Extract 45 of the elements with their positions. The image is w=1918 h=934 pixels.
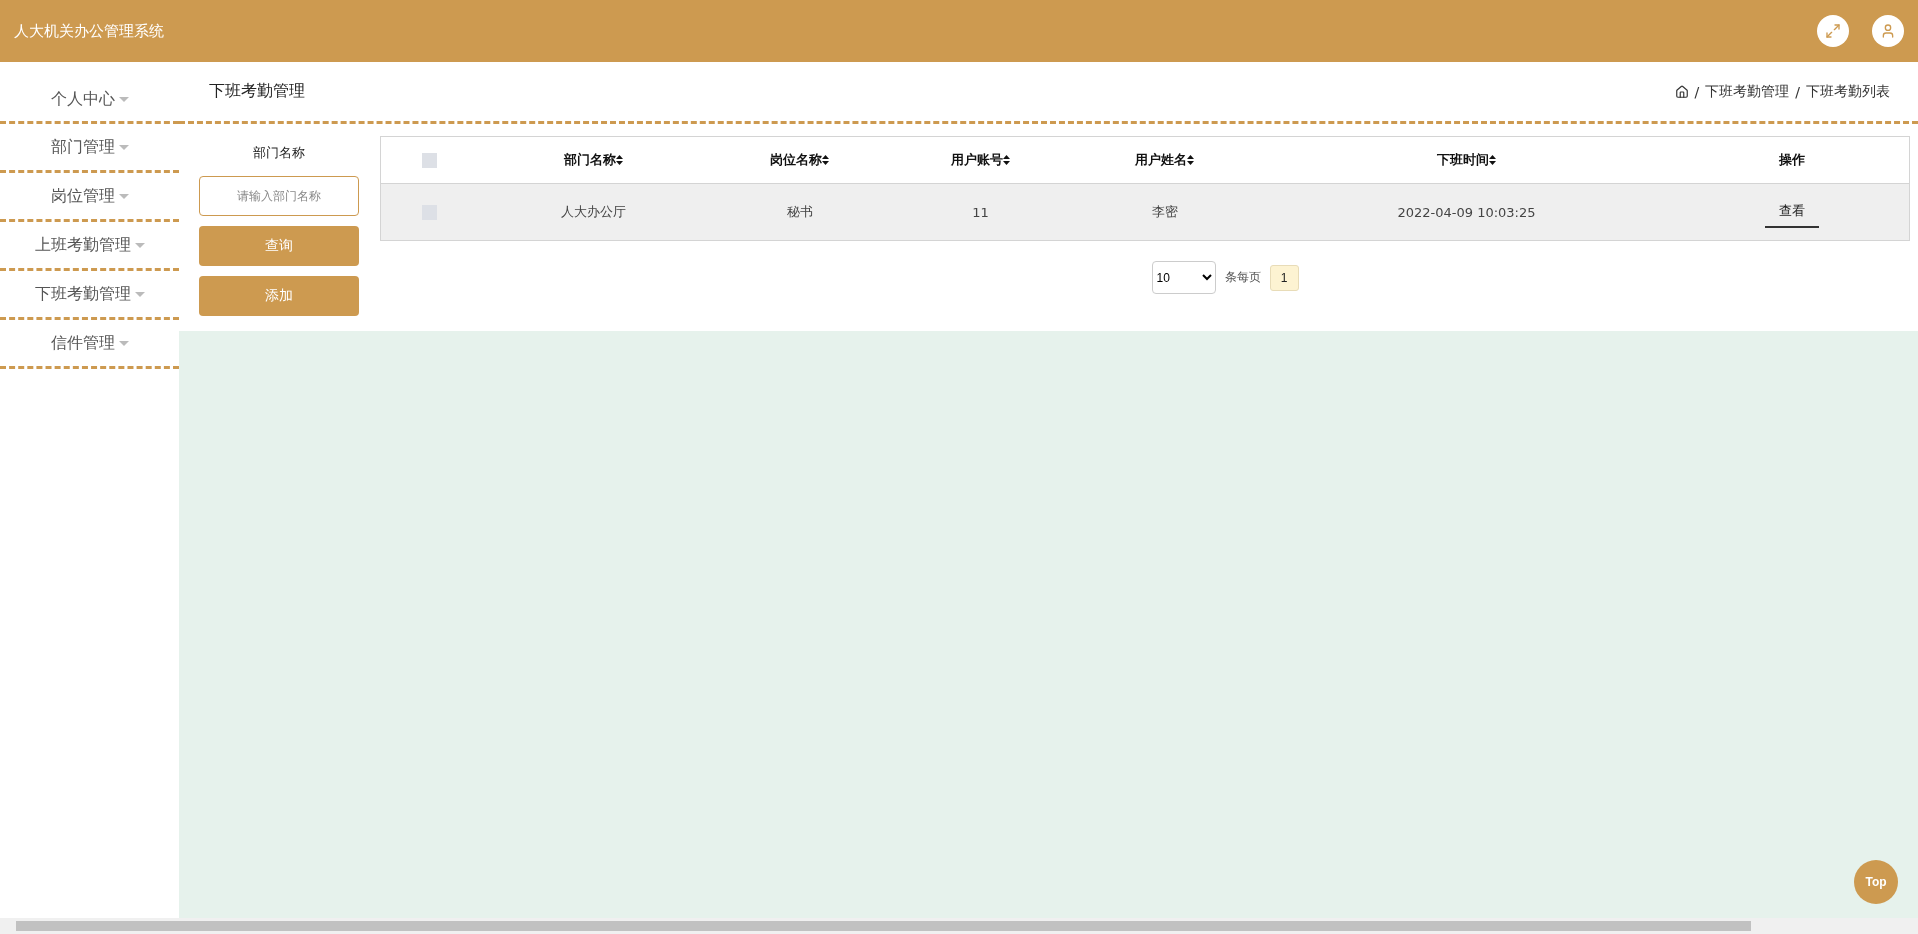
page-size-select[interactable]: 10 <box>1151 261 1216 294</box>
sidebar-item[interactable]: 信件管理 <box>50 332 129 354</box>
caret-icon <box>118 193 129 199</box>
breadcrumb-separator: / <box>1795 83 1800 100</box>
breadcrumb-item[interactable]: 下班考勤列表 <box>1806 82 1890 101</box>
column-header: 岗位名称 <box>770 151 829 169</box>
sidebar-item[interactable]: 下班考勤管理 <box>34 283 145 305</box>
view-button[interactable]: 查看 <box>1764 196 1819 228</box>
column-header: 操作 <box>1778 151 1805 169</box>
table-cell: 李密 <box>1151 204 1178 219</box>
sort-icon[interactable] <box>1489 155 1496 165</box>
sidebar-item[interactable]: 岗位管理 <box>50 185 129 207</box>
caret-icon <box>118 144 129 150</box>
home-icon[interactable] <box>1674 84 1689 99</box>
horizontal-scrollbar[interactable] <box>0 918 1918 934</box>
table-cell: 11 <box>972 204 989 220</box>
breadcrumb-separator: / <box>1694 83 1700 100</box>
sort-icon[interactable] <box>822 155 829 165</box>
page-button[interactable]: 1 <box>1269 264 1299 291</box>
caret-icon <box>134 291 145 297</box>
per-page-label: 条每页 <box>1224 269 1261 286</box>
column-header: 下班时间 <box>1437 151 1496 169</box>
sort-icon[interactable] <box>1187 155 1194 165</box>
column-header: 用户账号 <box>951 151 1010 169</box>
checkbox[interactable] <box>422 153 438 168</box>
table-cell: 秘书 <box>786 204 813 219</box>
sidebar-item[interactable]: 个人中心 <box>50 89 129 110</box>
page-title: 下班考勤管理 <box>209 81 306 102</box>
table-cell: 人大办公厅 <box>561 204 626 219</box>
field-label: 部门名称 <box>252 144 306 162</box>
column-header: 部门名称 <box>564 151 623 169</box>
caret-icon <box>118 340 129 346</box>
caret-icon <box>134 242 145 248</box>
app-title: 人大机关办公管理系统 <box>14 21 165 41</box>
table-cell: 2022-04-09 10:03:25 <box>1397 204 1536 220</box>
column-header: 用户姓名 <box>1135 151 1194 169</box>
breadcrumb-item[interactable]: 下班考勤管理 <box>1705 82 1790 101</box>
sort-icon[interactable] <box>616 155 623 165</box>
expand-icon <box>1825 23 1841 39</box>
sidebar-item[interactable]: 上班考勤管理 <box>34 234 145 256</box>
caret-icon <box>118 97 129 102</box>
user-icon <box>1880 23 1896 39</box>
sort-icon[interactable] <box>1003 155 1010 165</box>
sidebar-item[interactable]: 部门管理 <box>50 136 129 158</box>
search-field[interactable]: 请输入部门名称 <box>199 176 359 216</box>
